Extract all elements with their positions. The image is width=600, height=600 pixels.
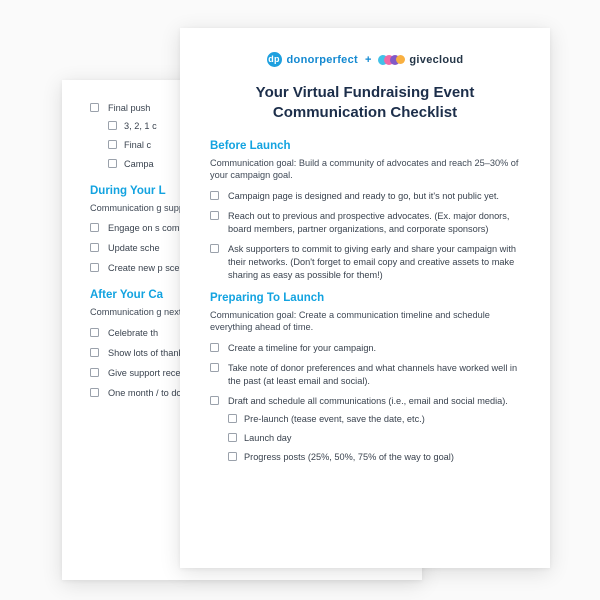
item-text: Reach out to previous and prospective ad…: [228, 211, 509, 234]
checklist-item: Ask supporters to commit to giving early…: [210, 243, 520, 282]
page-title: Your Virtual Fundraising Event Communica…: [210, 83, 520, 124]
givecloud-logo-icon: [378, 53, 404, 67]
section-heading-before-launch: Before Launch: [210, 140, 520, 152]
brand-dp-text: donorperfect: [287, 54, 358, 66]
checklist-item: Create a timeline for your campaign.: [210, 342, 520, 355]
donorperfect-logo-icon: dp: [267, 52, 282, 67]
item-text: Campaign page is designed and ready to g…: [228, 191, 499, 201]
section-blurb: Communication goal: Create a communicati…: [210, 309, 520, 335]
item-text: 3, 2, 1 c: [124, 121, 157, 131]
item-text: Campa: [124, 159, 154, 169]
item-text: Final c: [124, 140, 151, 150]
brand-givecloud: givecloud: [378, 53, 463, 67]
checklist-subitem: Pre-launch (tease event, save the date, …: [228, 413, 520, 426]
checklist-item: Reach out to previous and prospective ad…: [210, 210, 520, 236]
section-heading-preparing: Preparing To Launch: [210, 292, 520, 304]
before-launch-list: Campaign page is designed and ready to g…: [210, 190, 520, 281]
item-text: Take note of donor preferences and what …: [228, 363, 517, 386]
item-text: Update sche: [108, 243, 160, 253]
item-text: Launch day: [244, 433, 292, 443]
checklist-item: Draft and schedule all communications (i…: [210, 395, 520, 464]
preparing-list: Create a timeline for your campaign. Tak…: [210, 342, 520, 463]
checklist-item: Take note of donor preferences and what …: [210, 362, 520, 388]
preparing-sublist: Pre-launch (tease event, save the date, …: [228, 413, 520, 464]
checklist-subitem: Launch day: [228, 432, 520, 445]
item-text: Create a timeline for your campaign.: [228, 343, 376, 353]
item-text: Progress posts (25%, 50%, 75% of the way…: [244, 452, 454, 462]
logo-row: dp donorperfect + givecloud: [210, 52, 520, 67]
checklist-subitem: Progress posts (25%, 50%, 75% of the way…: [228, 451, 520, 464]
plus-icon: +: [365, 54, 371, 66]
item-text: Ask supporters to commit to giving early…: [228, 244, 516, 280]
item-text: Final push: [108, 103, 150, 113]
page-front: dp donorperfect + givecloud Your Virtual…: [180, 28, 550, 568]
item-text: Pre-launch (tease event, save the date, …: [244, 414, 425, 424]
brand-gc-text: givecloud: [409, 54, 463, 66]
item-text: Celebrate th: [108, 328, 158, 338]
checklist-item: Campaign page is designed and ready to g…: [210, 190, 520, 203]
item-text: Draft and schedule all communications (i…: [228, 396, 508, 406]
brand-donorperfect: dp donorperfect: [267, 52, 358, 67]
section-blurb: Communication goal: Build a community of…: [210, 157, 520, 183]
